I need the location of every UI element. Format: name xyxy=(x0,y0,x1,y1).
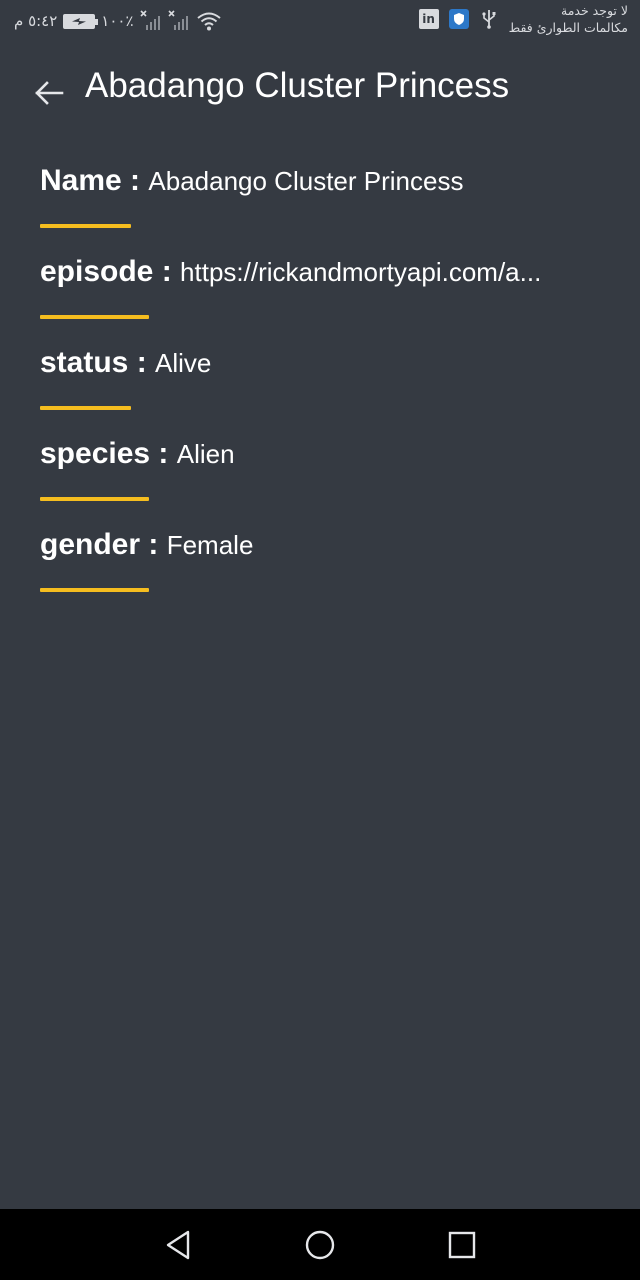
status-left: ٥:٤٢ م ١٠٠٪ xyxy=(14,10,222,32)
shield-icon xyxy=(448,9,469,29)
character-details: Name : Abadango Cluster Princess episode… xyxy=(40,160,600,615)
detail-value: Abadango Cluster Princess xyxy=(148,166,464,196)
nav-home-button[interactable] xyxy=(300,1225,340,1265)
detail-value: Alien xyxy=(176,439,235,469)
system-nav-bar xyxy=(0,1209,640,1280)
nav-back-button[interactable] xyxy=(158,1225,198,1265)
detail-text: status : Alive xyxy=(40,346,600,380)
detail-key: episode xyxy=(40,255,154,288)
detail-text: episode : https://rickandmortyapi.com/a.… xyxy=(40,255,600,289)
detail-key: species xyxy=(40,437,151,470)
signal-no-service-icon xyxy=(139,10,160,30)
detail-key: status xyxy=(40,346,129,379)
linkedin-icon: in xyxy=(418,9,439,29)
detail-text: Name : Abadango Cluster Princess xyxy=(40,164,600,198)
accent-underline xyxy=(40,224,131,228)
detail-value: https://rickandmortyapi.com/a... xyxy=(180,257,542,287)
arrow-back-icon xyxy=(35,81,64,105)
detail-text: species : Alien xyxy=(40,437,600,471)
detail-row-gender: gender : Female xyxy=(40,524,600,615)
detail-key: gender xyxy=(40,528,141,561)
detail-row-status: status : Alive xyxy=(40,342,600,433)
detail-separator: : xyxy=(140,528,167,561)
detail-separator: : xyxy=(153,255,181,288)
detail-value: Female xyxy=(166,530,254,560)
back-button[interactable] xyxy=(30,74,68,112)
back-triangle-icon xyxy=(166,1230,190,1260)
detail-text: gender : Female xyxy=(40,528,600,562)
detail-row-species: species : Alien xyxy=(40,433,600,524)
usb-icon xyxy=(479,9,499,29)
status-bar: ٥:٤٢ م ١٠٠٪ in لا توجد خدمة مكالمات الطو… xyxy=(0,0,640,44)
detail-key: Name xyxy=(40,164,122,197)
carrier-line-1: لا توجد خدمة xyxy=(561,3,628,18)
battery-charging-icon xyxy=(63,13,99,29)
recents-square-icon xyxy=(448,1231,476,1259)
detail-separator: : xyxy=(150,437,177,470)
accent-underline xyxy=(40,497,149,501)
page-title: Abadango Cluster Princess xyxy=(85,66,510,105)
detail-value: Alive xyxy=(155,348,212,378)
battery-percent: ١٠٠٪ xyxy=(101,12,134,30)
signal-no-service-icon xyxy=(167,10,188,30)
wifi-icon xyxy=(196,12,221,31)
status-right: in لا توجد خدمة مكالمات الطوارئ فقط xyxy=(418,2,628,36)
detail-row-episode: episode : https://rickandmortyapi.com/a.… xyxy=(40,251,600,342)
detail-separator: : xyxy=(121,164,149,197)
detail-row-name: Name : Abadango Cluster Princess xyxy=(40,160,600,251)
home-circle-icon xyxy=(305,1230,335,1260)
detail-separator: : xyxy=(128,346,156,379)
clock: ٥:٤٢ م xyxy=(14,12,58,30)
carrier-line-2: مكالمات الطوارئ فقط xyxy=(508,20,628,35)
nav-recents-button[interactable] xyxy=(442,1225,482,1265)
accent-underline xyxy=(40,315,149,319)
app-bar: Abadango Cluster Princess xyxy=(0,44,640,134)
accent-underline xyxy=(40,406,131,410)
accent-underline xyxy=(40,588,149,592)
carrier-status: لا توجد خدمة مكالمات الطوارئ فقط xyxy=(509,2,628,36)
